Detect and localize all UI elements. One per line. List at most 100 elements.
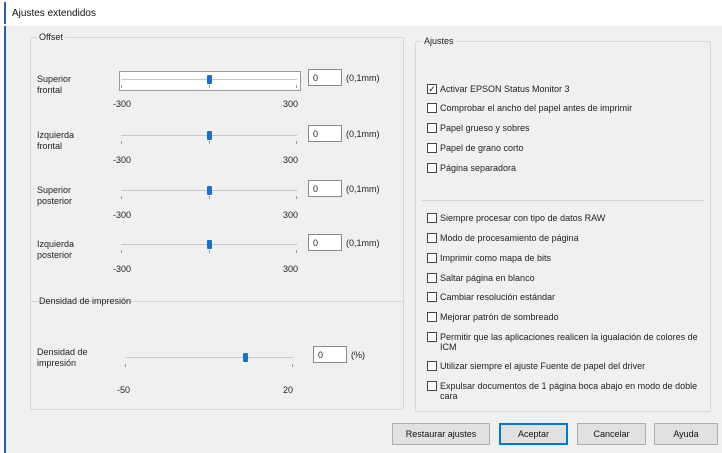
checkbox-label: Página separadora [440, 163, 517, 173]
offset-slider-label-line2: posterior [37, 250, 73, 260]
offset-legend: Offset [39, 32, 63, 42]
density-label-line1: Densidad de [37, 347, 88, 357]
setting-checkbox[interactable]: Cambiar resolución estándar [427, 292, 709, 302]
title-bar: Ajustes extendidos [4, 2, 722, 24]
offset-value-input[interactable]: 0 [308, 69, 342, 86]
ok-button[interactable]: Aceptar [499, 423, 568, 445]
checkbox-box[interactable] [427, 361, 437, 371]
offset-slider-thumb[interactable] [207, 186, 212, 195]
density-legend: Densidad de impresión [39, 296, 132, 306]
checkbox-box[interactable] [427, 163, 437, 173]
offset-max-label: 300 [283, 155, 299, 165]
setting-checkbox[interactable]: Papel de grano corto [427, 143, 709, 153]
offset-slider-label-line1: Superior [37, 185, 72, 195]
checkbox-box[interactable] [427, 292, 437, 302]
ajustes-divider [422, 200, 704, 201]
offset-slider-thumb[interactable] [207, 131, 212, 140]
checkbox-box[interactable] [427, 143, 437, 153]
setting-checkbox[interactable]: Modo de procesamiento de página [427, 233, 709, 243]
checkbox-label: Permitir que las aplicaciones realicen l… [440, 332, 698, 352]
offset-tick-mid [209, 85, 210, 88]
setting-checkbox[interactable]: Siempre procesar con tipo de datos RAW [427, 213, 709, 223]
checkbox-box[interactable] [427, 332, 437, 342]
density-unit: (%) [351, 350, 365, 360]
setting-checkbox[interactable]: Imprimir como mapa de bits [427, 253, 709, 263]
window-title: Ajustes extendidos [12, 8, 96, 19]
setting-checkbox[interactable]: Mejorar patrón de sombreado [427, 312, 709, 322]
offset-slider-thumb[interactable] [207, 75, 212, 84]
setting-checkbox[interactable]: Expulsar documentos de 1 página boca aba… [427, 381, 709, 401]
checkbox-label: Expulsar documentos de 1 página boca aba… [440, 381, 698, 401]
offset-tick-max [296, 141, 297, 144]
checkbox-box[interactable] [427, 273, 437, 283]
checkbox-label: Modo de procesamiento de página [440, 233, 579, 243]
checkbox-box[interactable] [427, 213, 437, 223]
density-tick-min [125, 364, 126, 367]
checkbox-label: Utilizar siempre el ajuste Fuente de pap… [440, 361, 646, 371]
density-label: Densidad de impresión [37, 347, 88, 369]
density-slider-track[interactable] [125, 357, 293, 358]
offset-slider-label-line1: Izquierda [37, 130, 75, 140]
offset-max-label: 300 [283, 264, 299, 274]
setting-checkbox[interactable]: Página separadora [427, 163, 709, 173]
offset-tick-min [121, 250, 122, 253]
density-max-label: 20 [283, 385, 294, 395]
offset-slider-label: Superior frontal [37, 74, 71, 96]
checkbox-label: Cambiar resolución estándar [440, 292, 556, 302]
setting-checkbox[interactable]: Papel grueso y sobres [427, 123, 709, 133]
offset-min-label: -300 [113, 155, 132, 165]
offset-unit: (0,1mm) [346, 238, 380, 248]
offset-tick-mid [209, 196, 210, 199]
offset-tick-min [121, 141, 122, 144]
restore-defaults-button[interactable]: Restaurar ajustes [392, 423, 490, 445]
offset-value-input[interactable]: 0 [308, 125, 342, 142]
offset-min-label: -300 [113, 210, 132, 220]
offset-slider-label-line1: Superior [37, 74, 72, 84]
setting-checkbox[interactable]: ✓ Activar EPSON Status Monitor 3 [427, 84, 709, 94]
offset-tick-max [296, 85, 297, 88]
checkbox-box[interactable] [427, 253, 437, 263]
checkbox-box[interactable] [427, 233, 437, 243]
checkbox-box[interactable] [427, 381, 437, 391]
setting-checkbox[interactable]: Saltar página en blanco [427, 273, 709, 283]
checkbox-box[interactable] [427, 312, 437, 322]
offset-tick-mid [209, 250, 210, 253]
checkbox-label: Mejorar patrón de sombreado [440, 312, 559, 322]
density-tick-max [292, 364, 293, 367]
offset-slider-label: Izquierda posterior [37, 239, 74, 261]
setting-checkbox[interactable]: Permitir que las aplicaciones realicen l… [427, 332, 709, 352]
offset-tick-min [121, 85, 122, 88]
checkbox-box[interactable] [427, 103, 437, 113]
offset-value-input[interactable]: 0 [308, 180, 342, 197]
offset-tick-mid [209, 141, 210, 144]
density-min-label: -50 [117, 385, 131, 395]
offset-slider-thumb[interactable] [207, 240, 212, 249]
offset-tick-max [296, 196, 297, 199]
offset-slider-label-line2: frontal [37, 85, 63, 95]
checkbox-label: Saltar página en blanco [440, 273, 535, 283]
help-button[interactable]: Ayuda [654, 423, 718, 445]
offset-slider-label-line2: posterior [37, 196, 73, 206]
checkbox-box[interactable] [427, 123, 437, 133]
offset-value-input[interactable]: 0 [308, 234, 342, 251]
checkbox-label: Imprimir como mapa de bits [440, 253, 552, 263]
offset-unit: (0,1mm) [346, 73, 380, 83]
cancel-button[interactable]: Cancelar [577, 423, 646, 445]
checkbox-label: Activar EPSON Status Monitor 3 [440, 84, 570, 94]
density-slider-thumb[interactable] [242, 353, 248, 362]
checkbox-label: Comprobar el ancho del papel antes de im… [440, 103, 633, 113]
offset-slider-label-line2: frontal [37, 141, 63, 151]
checkbox-checked-icon[interactable]: ✓ [427, 84, 437, 94]
setting-checkbox[interactable]: Utilizar siempre el ajuste Fuente de pap… [427, 361, 709, 371]
offset-max-label: 300 [283, 210, 299, 220]
setting-checkbox[interactable]: Comprobar el ancho del papel antes de im… [427, 103, 709, 113]
offset-unit: (0,1mm) [346, 129, 380, 139]
offset-tick-min [121, 196, 122, 199]
offset-slider-label: Izquierda frontal [37, 130, 74, 152]
density-value-input[interactable]: 0 [313, 346, 347, 363]
offset-min-label: -300 [113, 99, 132, 109]
checkbox-label: Siempre procesar con tipo de datos RAW [440, 213, 606, 223]
density-label-line2: impresión [37, 358, 77, 368]
offset-tick-max [296, 250, 297, 253]
offset-max-label: 300 [283, 99, 299, 109]
